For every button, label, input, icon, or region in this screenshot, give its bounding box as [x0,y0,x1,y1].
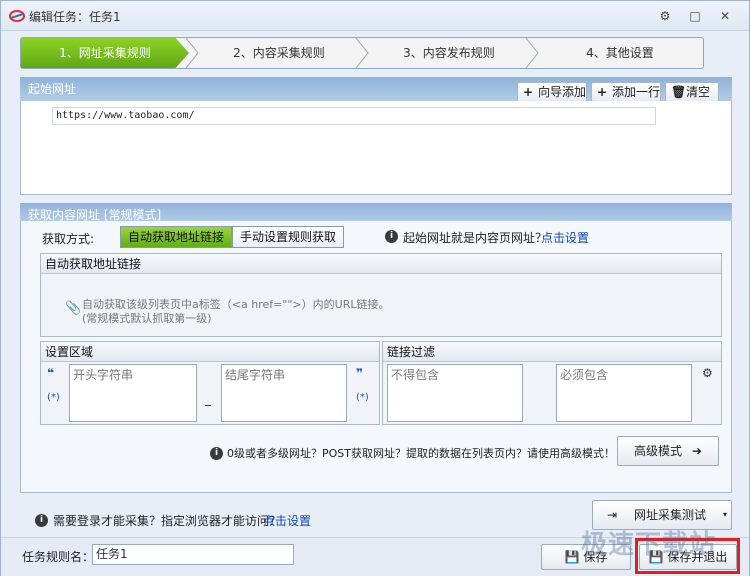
title-bar: 编辑任务：任务1 ⚙ □ ✕ [1,1,749,31]
close-button[interactable]: ✕ [715,7,735,25]
trash-icon: 🗑 [671,85,687,99]
gear-icon[interactable]: ⚙ [702,366,713,380]
plus-icon: + [597,85,608,99]
close-quote-icon: ❞ [356,366,364,380]
step-tabs: 1、网址采集规则 2、内容采集规则 3、内容发布规则 4、其他设置 [20,37,704,69]
edit-task-window: 编辑任务：任务1 ⚙ □ ✕ 1、网址采集规则 2、内容采集规则 3、内容发布规… [0,0,750,576]
include-input[interactable]: 必须包含 [556,364,692,422]
watermark-logo: 极速下载站 [581,530,717,560]
floppy-icon: 💾 [564,550,580,564]
clear-button[interactable]: 🗑 清空 [665,82,719,102]
wildcard-left: (*) [47,392,60,403]
tab-label: 4、其他设置 [586,46,654,60]
plus-icon: + [523,85,534,99]
tab-label: 1、网址采集规则 [59,46,151,60]
settings-icon[interactable]: ⚙ [655,7,675,25]
open-quote-icon: ❝ [47,366,55,380]
add-row-button[interactable]: + 添加一行 [591,82,661,102]
manual-method-button[interactable]: 手动设置规则获取 [232,226,344,248]
login-hint: 需要登录才能采集？指定浏览器才能访问？ [53,514,282,528]
arrow-right-icon: ➔ [691,444,702,458]
auto-method-button[interactable]: 自动获取地址链接 [120,226,232,248]
link-filter-title: 链接过滤 [383,342,721,362]
advanced-hint: 0级或者多级网址？POST获取网址？提取的数据在列表页内？请使用高级模式！ [227,447,615,460]
dropdown-arrow-icon[interactable]: ▾ [723,501,727,529]
tab-publish-rules[interactable]: 3、内容发布规则 [369,38,529,68]
settings-area-title: 设置区域 [41,342,379,362]
info-icon: i [385,230,398,243]
dash-separator: _ [205,392,211,406]
wildcard-right: (*) [356,392,369,403]
end-string-input[interactable]: 结尾字符串 [221,364,347,422]
paperclip-icon: 📎 [65,301,82,316]
tab-content-rules[interactable]: 2、内容采集规则 [199,38,359,68]
window-title: 编辑任务：任务1 [29,10,121,24]
info-icon: i [35,514,48,527]
button-label: 添加一行 [612,85,661,99]
start-url-title: 起始网址 [28,82,77,96]
rule-name-label: 任务规则名： [22,550,95,564]
content-page-question: 起始网址就是内容页网址？ [403,231,548,245]
button-label: 向导添加 [538,85,587,99]
tab-label: 2、内容采集规则 [233,46,325,60]
wizard-add-button[interactable]: + 向导添加 [517,82,587,102]
exclude-input[interactable]: 不得包含 [387,364,523,422]
tab-other-settings[interactable]: 4、其他设置 [537,38,703,68]
login-settings-link[interactable]: 点击设置 [263,512,311,529]
content-page-settings-link[interactable]: 点击设置 [541,229,589,246]
start-string-input[interactable]: 开头字符串 [69,364,197,422]
auto-link-panel-title: 自动获取地址链接 [41,254,721,274]
tab-url-rules[interactable]: 1、网址采集规则 [21,38,189,68]
maximize-button[interactable]: □ [685,7,705,25]
advanced-mode-button[interactable]: 高级模式 ➔ [617,436,719,466]
button-label: 清空 [686,85,711,99]
button-label: 高级模式 [634,444,683,458]
auto-link-desc-2: (常规模式默认抓取第一级) [82,312,212,325]
tab-label: 3、内容发布规则 [403,46,495,60]
start-url-input[interactable]: https://www.taobao.com/ [52,107,656,125]
app-logo-icon [9,10,25,22]
button-label: 网址采集测试 [633,508,706,522]
rule-name-input[interactable]: 任务1 [92,544,294,565]
method-label: 获取方式: [42,232,95,246]
info-icon: i [210,447,223,460]
